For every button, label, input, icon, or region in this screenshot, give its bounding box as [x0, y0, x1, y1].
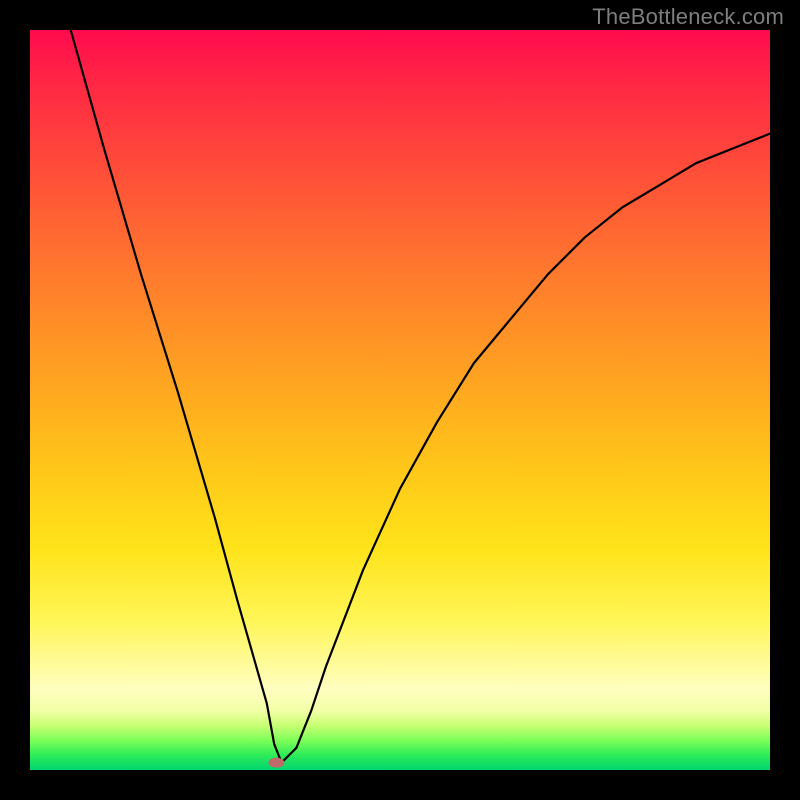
curve-layer	[30, 30, 770, 770]
chart-container: TheBottleneck.com	[0, 0, 800, 800]
watermark-text: TheBottleneck.com	[592, 4, 784, 30]
minimum-marker	[268, 758, 284, 768]
bottleneck-curve-path	[71, 30, 770, 763]
plot-area	[30, 30, 770, 770]
